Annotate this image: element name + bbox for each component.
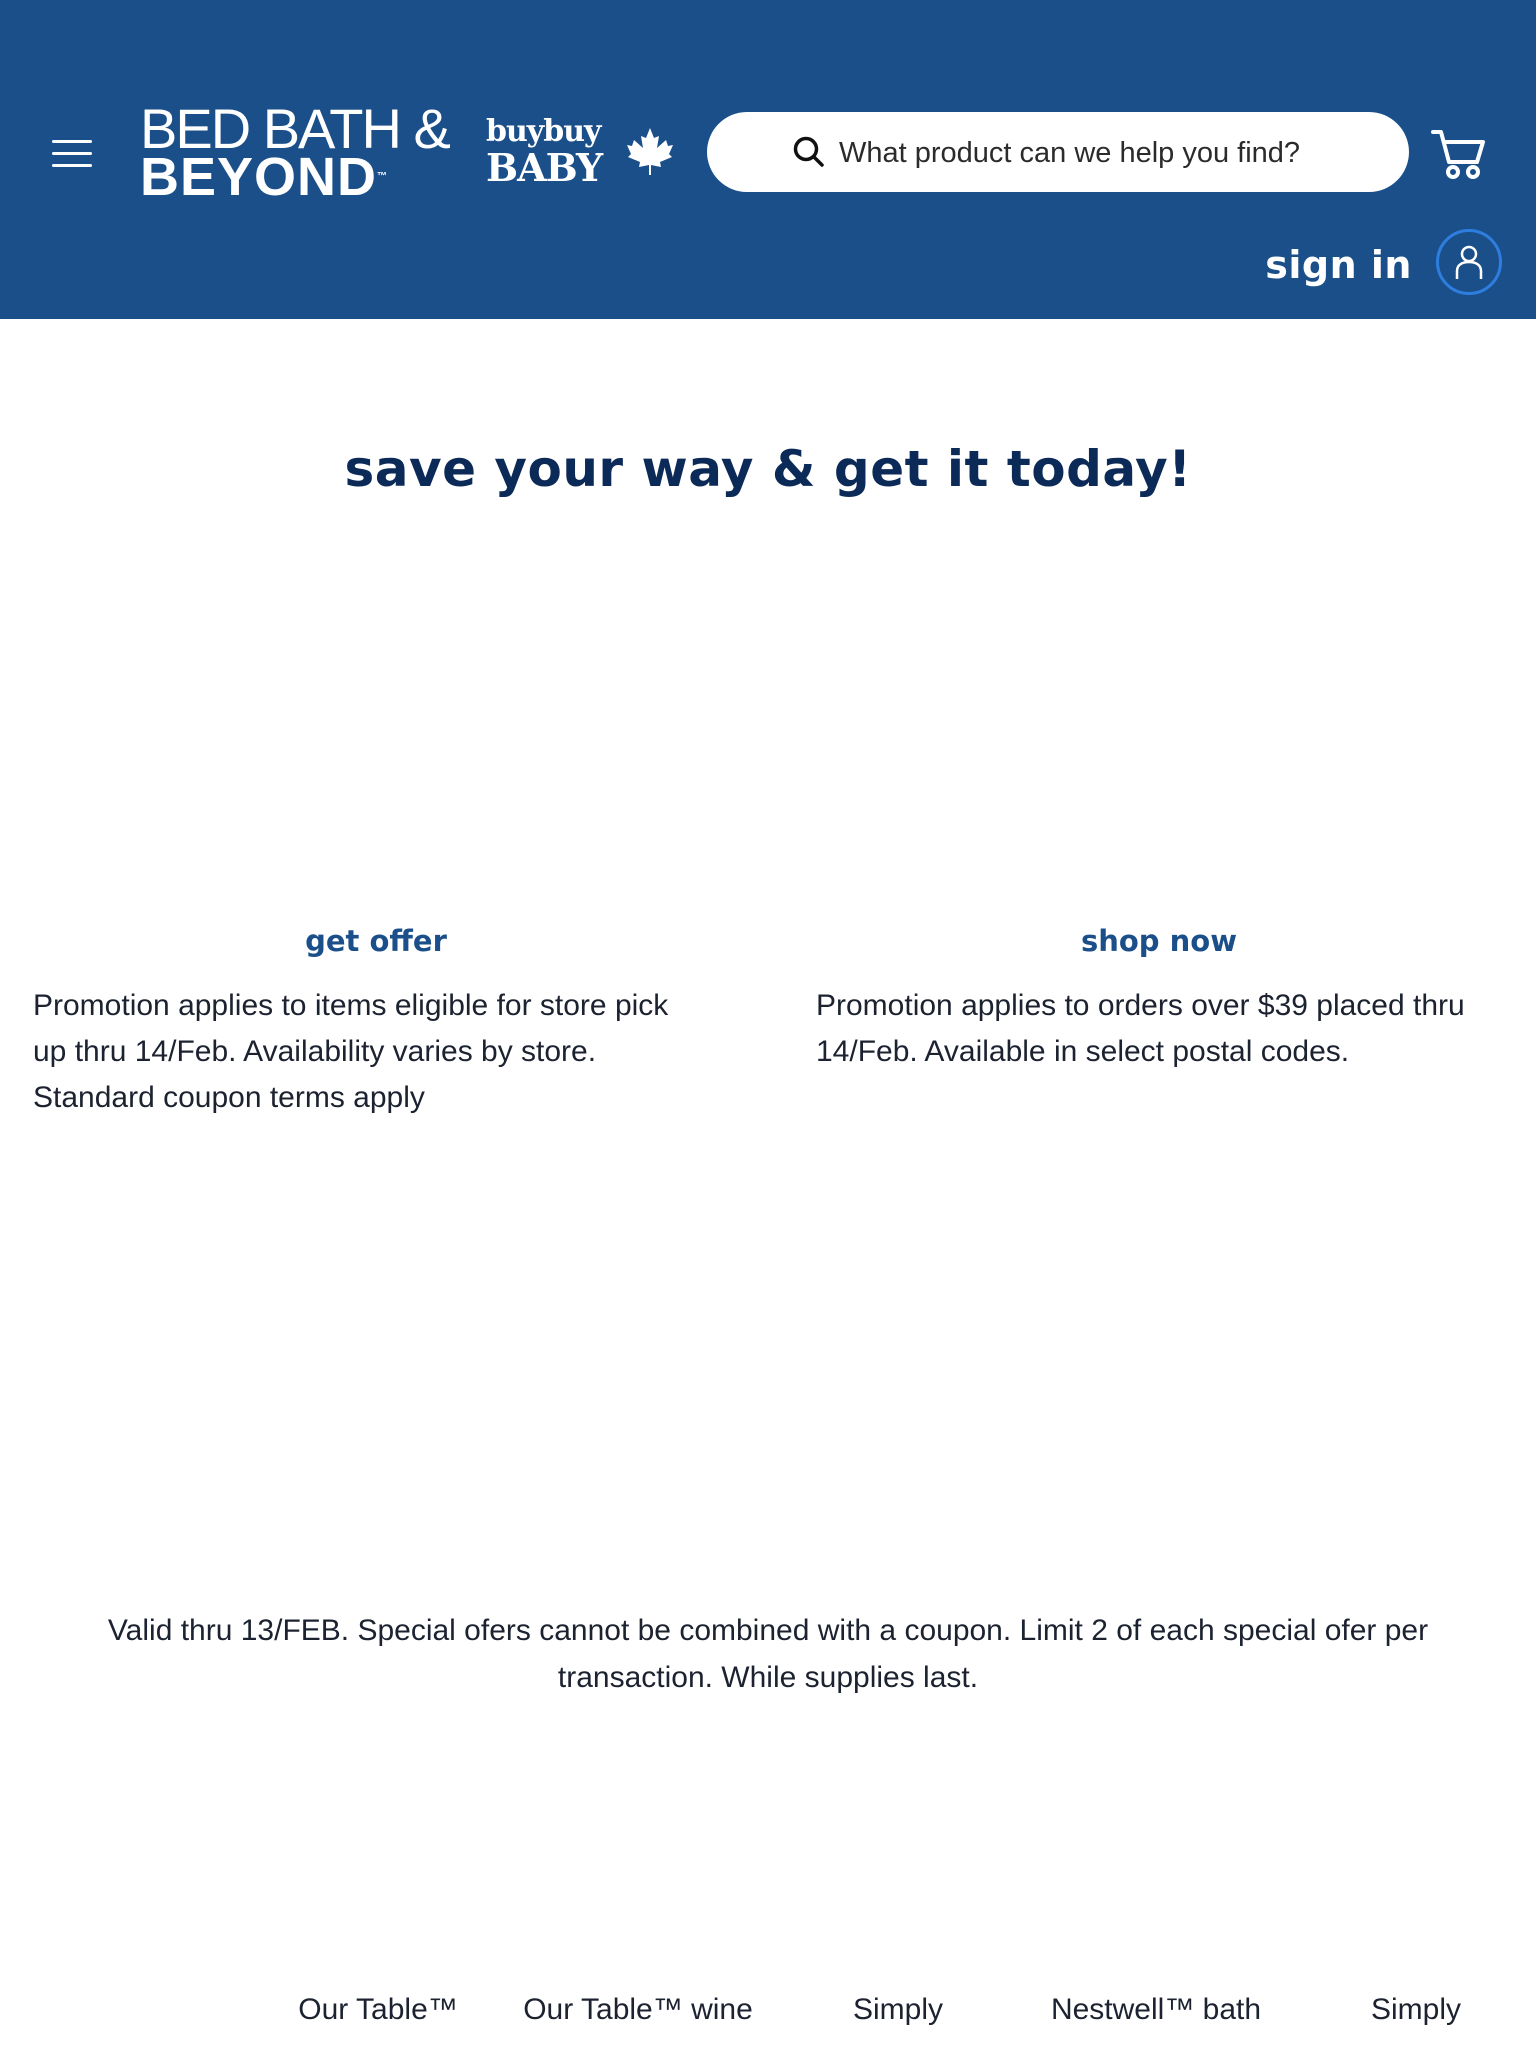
promo-line: Promotion applies to items eligible for … bbox=[33, 989, 669, 1022]
product-tile-label[interactable]: Our Table™ wine bbox=[508, 1990, 768, 2030]
buybuy-baby-logo[interactable]: buybuy BABY bbox=[486, 116, 676, 196]
disclaimer-line: transaction. While supplies last. bbox=[557, 1661, 979, 1694]
page-headline: save your way & get it today! bbox=[344, 440, 1192, 498]
user-account-icon[interactable] bbox=[1436, 229, 1502, 295]
disclaimer-text: Valid thru 13/FEB. Special ofers cannot … bbox=[80, 1607, 1456, 1701]
search-bar[interactable] bbox=[707, 112, 1409, 194]
logo-line-2: BEYOND™ bbox=[140, 147, 389, 207]
get-offer-link[interactable]: get offer bbox=[226, 924, 526, 958]
site-header: BED BATH & BEYOND™ buybuy BABY sign in bbox=[0, 0, 1536, 319]
shop-now-link[interactable]: shop now bbox=[1009, 924, 1309, 958]
cart-icon[interactable] bbox=[1430, 126, 1488, 182]
promo-text-store-pickup: Promotion applies to items eligible for … bbox=[33, 983, 753, 1121]
product-tile-label[interactable]: Simply bbox=[818, 1990, 978, 2030]
promo-line: Standard coupon terms apply bbox=[33, 1081, 425, 1114]
sign-in-link[interactable]: sign in bbox=[1262, 240, 1412, 290]
promo-line: up thru 14/Feb. Availability varies by s… bbox=[33, 1035, 597, 1068]
search-input[interactable] bbox=[837, 112, 1381, 194]
disclaimer-line: Valid thru 13/FEB. Special ofers cannot … bbox=[107, 1614, 1429, 1647]
maple-leaf-icon bbox=[627, 128, 673, 175]
promo-text-delivery: Promotion applies to orders over $39 pla… bbox=[816, 983, 1516, 1075]
bed-bath-beyond-logo[interactable]: BED BATH & BEYOND™ bbox=[140, 101, 456, 207]
product-tile-label[interactable]: Nestwell™ bath bbox=[1036, 1990, 1276, 2030]
product-tile-label[interactable]: Our Table™ bbox=[278, 1990, 478, 2030]
product-tile-label[interactable]: Simply bbox=[1336, 1990, 1496, 2030]
hamburger-menu-icon[interactable] bbox=[46, 134, 100, 174]
promo-line: 14/Feb. Available in select postal codes… bbox=[816, 1035, 1350, 1068]
user-icon bbox=[1455, 245, 1483, 279]
search-icon[interactable] bbox=[791, 134, 827, 170]
promo-line: Promotion applies to orders over $39 pla… bbox=[816, 989, 1465, 1022]
